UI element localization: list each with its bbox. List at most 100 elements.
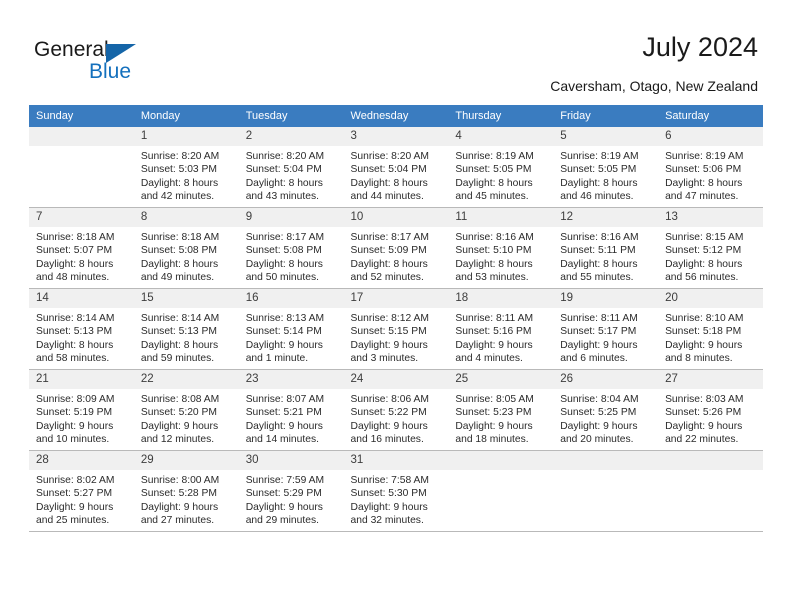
weekday-header-monday: Monday xyxy=(133,105,239,127)
calendar-day-cell[interactable]: 29 Sunrise: 8:00 AM Sunset: 5:28 PM Dayligh… xyxy=(133,450,239,532)
day-number: 8 xyxy=(133,208,239,227)
sunset-time: Sunset: 5:10 PM xyxy=(455,245,532,257)
calendar-day-cell[interactable]: 23 Sunrise: 8:07 AM Sunset: 5:21 PM Dayligh… xyxy=(238,369,344,451)
day-number: 27 xyxy=(658,370,763,389)
daylight-duration-line2: and 22 minutes. xyxy=(665,433,739,445)
day-details: Sunrise: 8:17 AM Sunset: 5:08 PM Daylight:… xyxy=(239,227,344,284)
sunset-time: Sunset: 5:08 PM xyxy=(245,245,322,257)
day-details: Sunrise: 8:07 AM Sunset: 5:21 PM Daylight:… xyxy=(239,389,344,446)
daylight-duration-line2: and 56 minutes. xyxy=(665,271,739,283)
calendar-day-cell[interactable]: 17 Sunrise: 8:12 AM Sunset: 5:15 PM Dayligh… xyxy=(343,288,449,370)
calendar-day-cell[interactable]: 4 Sunrise: 8:19 AM Sunset: 5:05 PM Daylight… xyxy=(448,127,554,208)
calendar-day-cell[interactable]: 1 Sunrise: 8:20 AM Sunset: 5:03 PM Daylight… xyxy=(133,127,239,208)
calendar-day-cell[interactable]: 19 Sunrise: 8:11 AM Sunset: 5:17 PM Dayligh… xyxy=(553,288,659,370)
sunrise-time: Sunrise: 8:16 AM xyxy=(560,232,639,243)
daylight-duration-line2: and 46 minutes. xyxy=(560,190,634,202)
calendar-day-cell[interactable]: 2 Sunrise: 8:20 AM Sunset: 5:04 PM Daylight… xyxy=(238,127,344,208)
daylight-duration-line1: Daylight: 9 hours xyxy=(350,501,428,513)
calendar-day-cell[interactable]: 26 Sunrise: 8:04 AM Sunset: 5:25 PM Dayligh… xyxy=(553,369,659,451)
calendar-day-cell[interactable]: 21 Sunrise: 8:09 AM Sunset: 5:19 PM Dayligh… xyxy=(29,369,134,451)
sunset-time: Sunset: 5:04 PM xyxy=(245,164,322,176)
daylight-duration-line2: and 55 minutes. xyxy=(560,271,634,283)
day-details: Sunrise: 8:20 AM Sunset: 5:03 PM Daylight:… xyxy=(134,146,239,203)
daylight-duration-line1: Daylight: 9 hours xyxy=(350,339,428,351)
calendar-day-cell[interactable]: 3 Sunrise: 8:20 AM Sunset: 5:04 PM Daylight… xyxy=(343,127,449,208)
daylight-duration-line2: and 47 minutes. xyxy=(665,190,739,202)
sunset-time: Sunset: 5:12 PM xyxy=(665,245,742,257)
day-number: 21 xyxy=(29,370,134,389)
sunrise-time: Sunrise: 8:02 AM xyxy=(36,475,115,486)
calendar-day-cell[interactable]: 30 Sunrise: 7:59 AM Sunset: 5:29 PM Dayligh… xyxy=(238,450,344,532)
sunrise-time: Sunrise: 8:04 AM xyxy=(560,394,639,405)
calendar-day-cell[interactable]: 20 Sunrise: 8:10 AM Sunset: 5:18 PM Dayligh… xyxy=(658,288,763,370)
day-number: 5 xyxy=(553,127,659,146)
daylight-duration-line1: Daylight: 8 hours xyxy=(245,177,323,189)
daylight-duration-line1: Daylight: 9 hours xyxy=(245,501,323,513)
calendar-day-cell[interactable]: 25 Sunrise: 8:05 AM Sunset: 5:23 PM Dayligh… xyxy=(448,369,554,451)
day-number xyxy=(553,451,659,470)
sunset-time: Sunset: 5:15 PM xyxy=(350,326,427,338)
day-details: Sunrise: 8:20 AM Sunset: 5:04 PM Daylight:… xyxy=(239,146,344,203)
day-number: 20 xyxy=(658,289,763,308)
day-number: 28 xyxy=(29,451,134,470)
day-number: 31 xyxy=(343,451,449,470)
weekday-header-saturday: Saturday xyxy=(658,105,763,127)
calendar-day-cell[interactable]: 16 Sunrise: 8:13 AM Sunset: 5:14 PM Dayligh… xyxy=(238,288,344,370)
daylight-duration-line2: and 48 minutes. xyxy=(36,271,110,283)
day-number: 26 xyxy=(553,370,659,389)
day-details: Sunrise: 8:12 AM Sunset: 5:15 PM Daylight:… xyxy=(344,308,449,365)
calendar-day-cell[interactable]: 22 Sunrise: 8:08 AM Sunset: 5:20 PM Dayligh… xyxy=(133,369,239,451)
daylight-duration-line2: and 53 minutes. xyxy=(455,271,529,283)
calendar-day-cell[interactable]: 6 Sunrise: 8:19 AM Sunset: 5:06 PM Daylight… xyxy=(658,127,763,208)
page-header: General Blue July 2024 Caversham, Otago,… xyxy=(0,0,792,100)
sunset-time: Sunset: 5:18 PM xyxy=(665,326,742,338)
daylight-duration-line1: Daylight: 8 hours xyxy=(455,177,533,189)
daylight-duration-line2: and 6 minutes. xyxy=(560,352,628,364)
logo-text-general: General xyxy=(34,38,109,61)
sunset-time: Sunset: 5:19 PM xyxy=(36,407,113,419)
calendar-day-cell[interactable]: 27 Sunrise: 8:03 AM Sunset: 5:26 PM Dayligh… xyxy=(658,369,763,451)
calendar-day-cell[interactable]: 7 Sunrise: 8:18 AM Sunset: 5:07 PM Daylight… xyxy=(29,207,134,289)
daylight-duration-line1: Daylight: 9 hours xyxy=(560,339,638,351)
calendar-day-cell[interactable]: 28 Sunrise: 8:02 AM Sunset: 5:27 PM Dayligh… xyxy=(29,450,134,532)
sunrise-time: Sunrise: 8:19 AM xyxy=(455,151,534,162)
calendar-day-cell[interactable]: 10 Sunrise: 8:17 AM Sunset: 5:09 PM Dayligh… xyxy=(343,207,449,289)
calendar-empty-cell xyxy=(658,450,763,532)
daylight-duration-line1: Daylight: 9 hours xyxy=(140,501,219,513)
day-details: Sunrise: 8:13 AM Sunset: 5:14 PM Daylight:… xyxy=(239,308,344,365)
sunrise-time: Sunrise: 8:14 AM xyxy=(36,313,115,324)
day-details: Sunrise: 8:15 AM Sunset: 5:12 PM Daylight:… xyxy=(658,227,763,284)
day-number xyxy=(658,451,763,470)
daylight-duration-line2: and 45 minutes. xyxy=(455,190,529,202)
sunset-time: Sunset: 5:11 PM xyxy=(560,245,636,257)
sunset-time: Sunset: 5:26 PM xyxy=(665,407,742,419)
sunrise-time: Sunrise: 8:10 AM xyxy=(665,313,744,324)
sunrise-time: Sunrise: 8:13 AM xyxy=(245,313,325,324)
calendar-day-cell[interactable]: 5 Sunrise: 8:19 AM Sunset: 5:05 PM Daylight… xyxy=(553,127,659,208)
day-number: 30 xyxy=(238,451,344,470)
calendar-day-cell[interactable]: 14 Sunrise: 8:14 AM Sunset: 5:13 PM Dayligh… xyxy=(29,288,134,370)
calendar-day-cell[interactable]: 31 Sunrise: 7:58 AM Sunset: 5:30 PM Dayligh… xyxy=(343,450,449,532)
day-number: 13 xyxy=(658,208,763,227)
day-details: Sunrise: 8:09 AM Sunset: 5:19 PM Daylight:… xyxy=(29,389,134,446)
calendar-day-cell[interactable]: 9 Sunrise: 8:17 AM Sunset: 5:08 PM Daylight… xyxy=(238,207,344,289)
calendar-day-cell[interactable]: 11 Sunrise: 8:16 AM Sunset: 5:10 PM Dayligh… xyxy=(448,207,554,289)
day-number: 9 xyxy=(238,208,344,227)
calendar-day-cell[interactable]: 18 Sunrise: 8:11 AM Sunset: 5:16 PM Dayligh… xyxy=(448,288,554,370)
sunrise-time: Sunrise: 8:09 AM xyxy=(36,394,115,405)
calendar-body: 1 Sunrise: 8:20 AM Sunset: 5:03 PM Daylight… xyxy=(29,127,763,532)
day-number: 23 xyxy=(238,370,344,389)
day-details: Sunrise: 7:58 AM Sunset: 5:30 PM Daylight:… xyxy=(344,470,449,527)
calendar-day-cell[interactable]: 12 Sunrise: 8:16 AM Sunset: 5:11 PM Dayligh… xyxy=(553,207,659,289)
daylight-duration-line2: and 49 minutes. xyxy=(140,271,215,283)
day-details: Sunrise: 8:11 AM Sunset: 5:16 PM Daylight:… xyxy=(448,308,553,365)
day-details: Sunrise: 8:08 AM Sunset: 5:20 PM Daylight:… xyxy=(134,389,239,446)
calendar-day-cell[interactable]: 13 Sunrise: 8:15 AM Sunset: 5:12 PM Dayligh… xyxy=(658,207,763,289)
daylight-duration-line1: Daylight: 8 hours xyxy=(36,258,114,270)
sunset-time: Sunset: 5:20 PM xyxy=(140,407,217,419)
calendar-day-cell[interactable]: 24 Sunrise: 8:06 AM Sunset: 5:22 PM Dayligh… xyxy=(343,369,449,451)
calendar-day-cell[interactable]: 8 Sunrise: 8:18 AM Sunset: 5:08 PM Daylight… xyxy=(133,207,239,289)
daylight-duration-line2: and 32 minutes. xyxy=(350,514,424,526)
calendar-day-cell[interactable]: 15 Sunrise: 8:14 AM Sunset: 5:13 PM Dayligh… xyxy=(133,288,239,370)
weekday-header-friday: Friday xyxy=(553,105,659,127)
